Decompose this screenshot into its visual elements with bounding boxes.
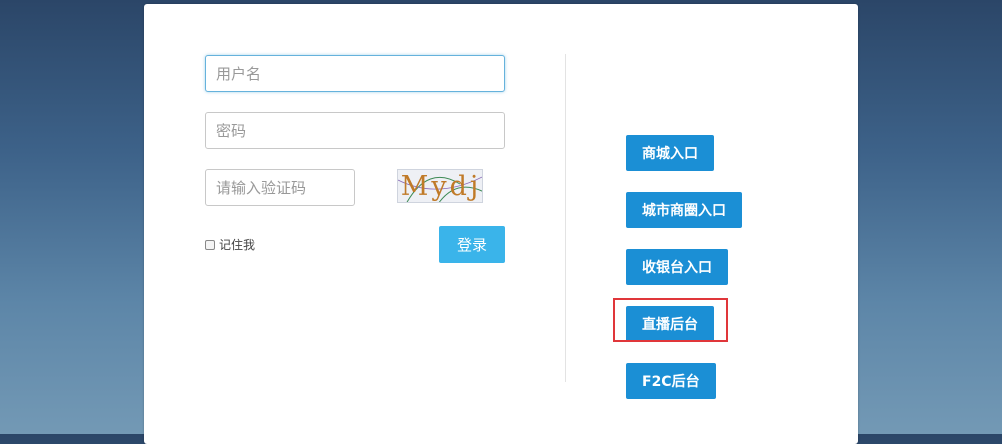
password-input[interactable] [205,112,505,149]
city-circle-entry-button[interactable]: 城市商圈入口 [626,192,742,228]
remember-me[interactable]: 记住我 [205,236,255,253]
live-backend-highlight [613,298,728,342]
captcha-image[interactable]: Mydj [397,169,483,203]
login-panel: Mydj 记住我 登录 商城入口 城市商圈入口 收银台入口 直播后台 F2C后台 [144,4,858,444]
f2c-backend-button[interactable]: F2C后台 [626,363,716,399]
panel-divider [565,54,566,382]
captcha-code: Mydj [400,171,482,202]
captcha-input[interactable] [205,169,355,206]
remember-checkbox[interactable] [205,239,215,250]
username-input[interactable] [205,55,505,92]
cashier-entry-button[interactable]: 收银台入口 [626,249,728,285]
login-button[interactable]: 登录 [439,226,505,263]
remember-label: 记住我 [219,238,256,252]
mall-entry-button[interactable]: 商城入口 [626,135,714,171]
